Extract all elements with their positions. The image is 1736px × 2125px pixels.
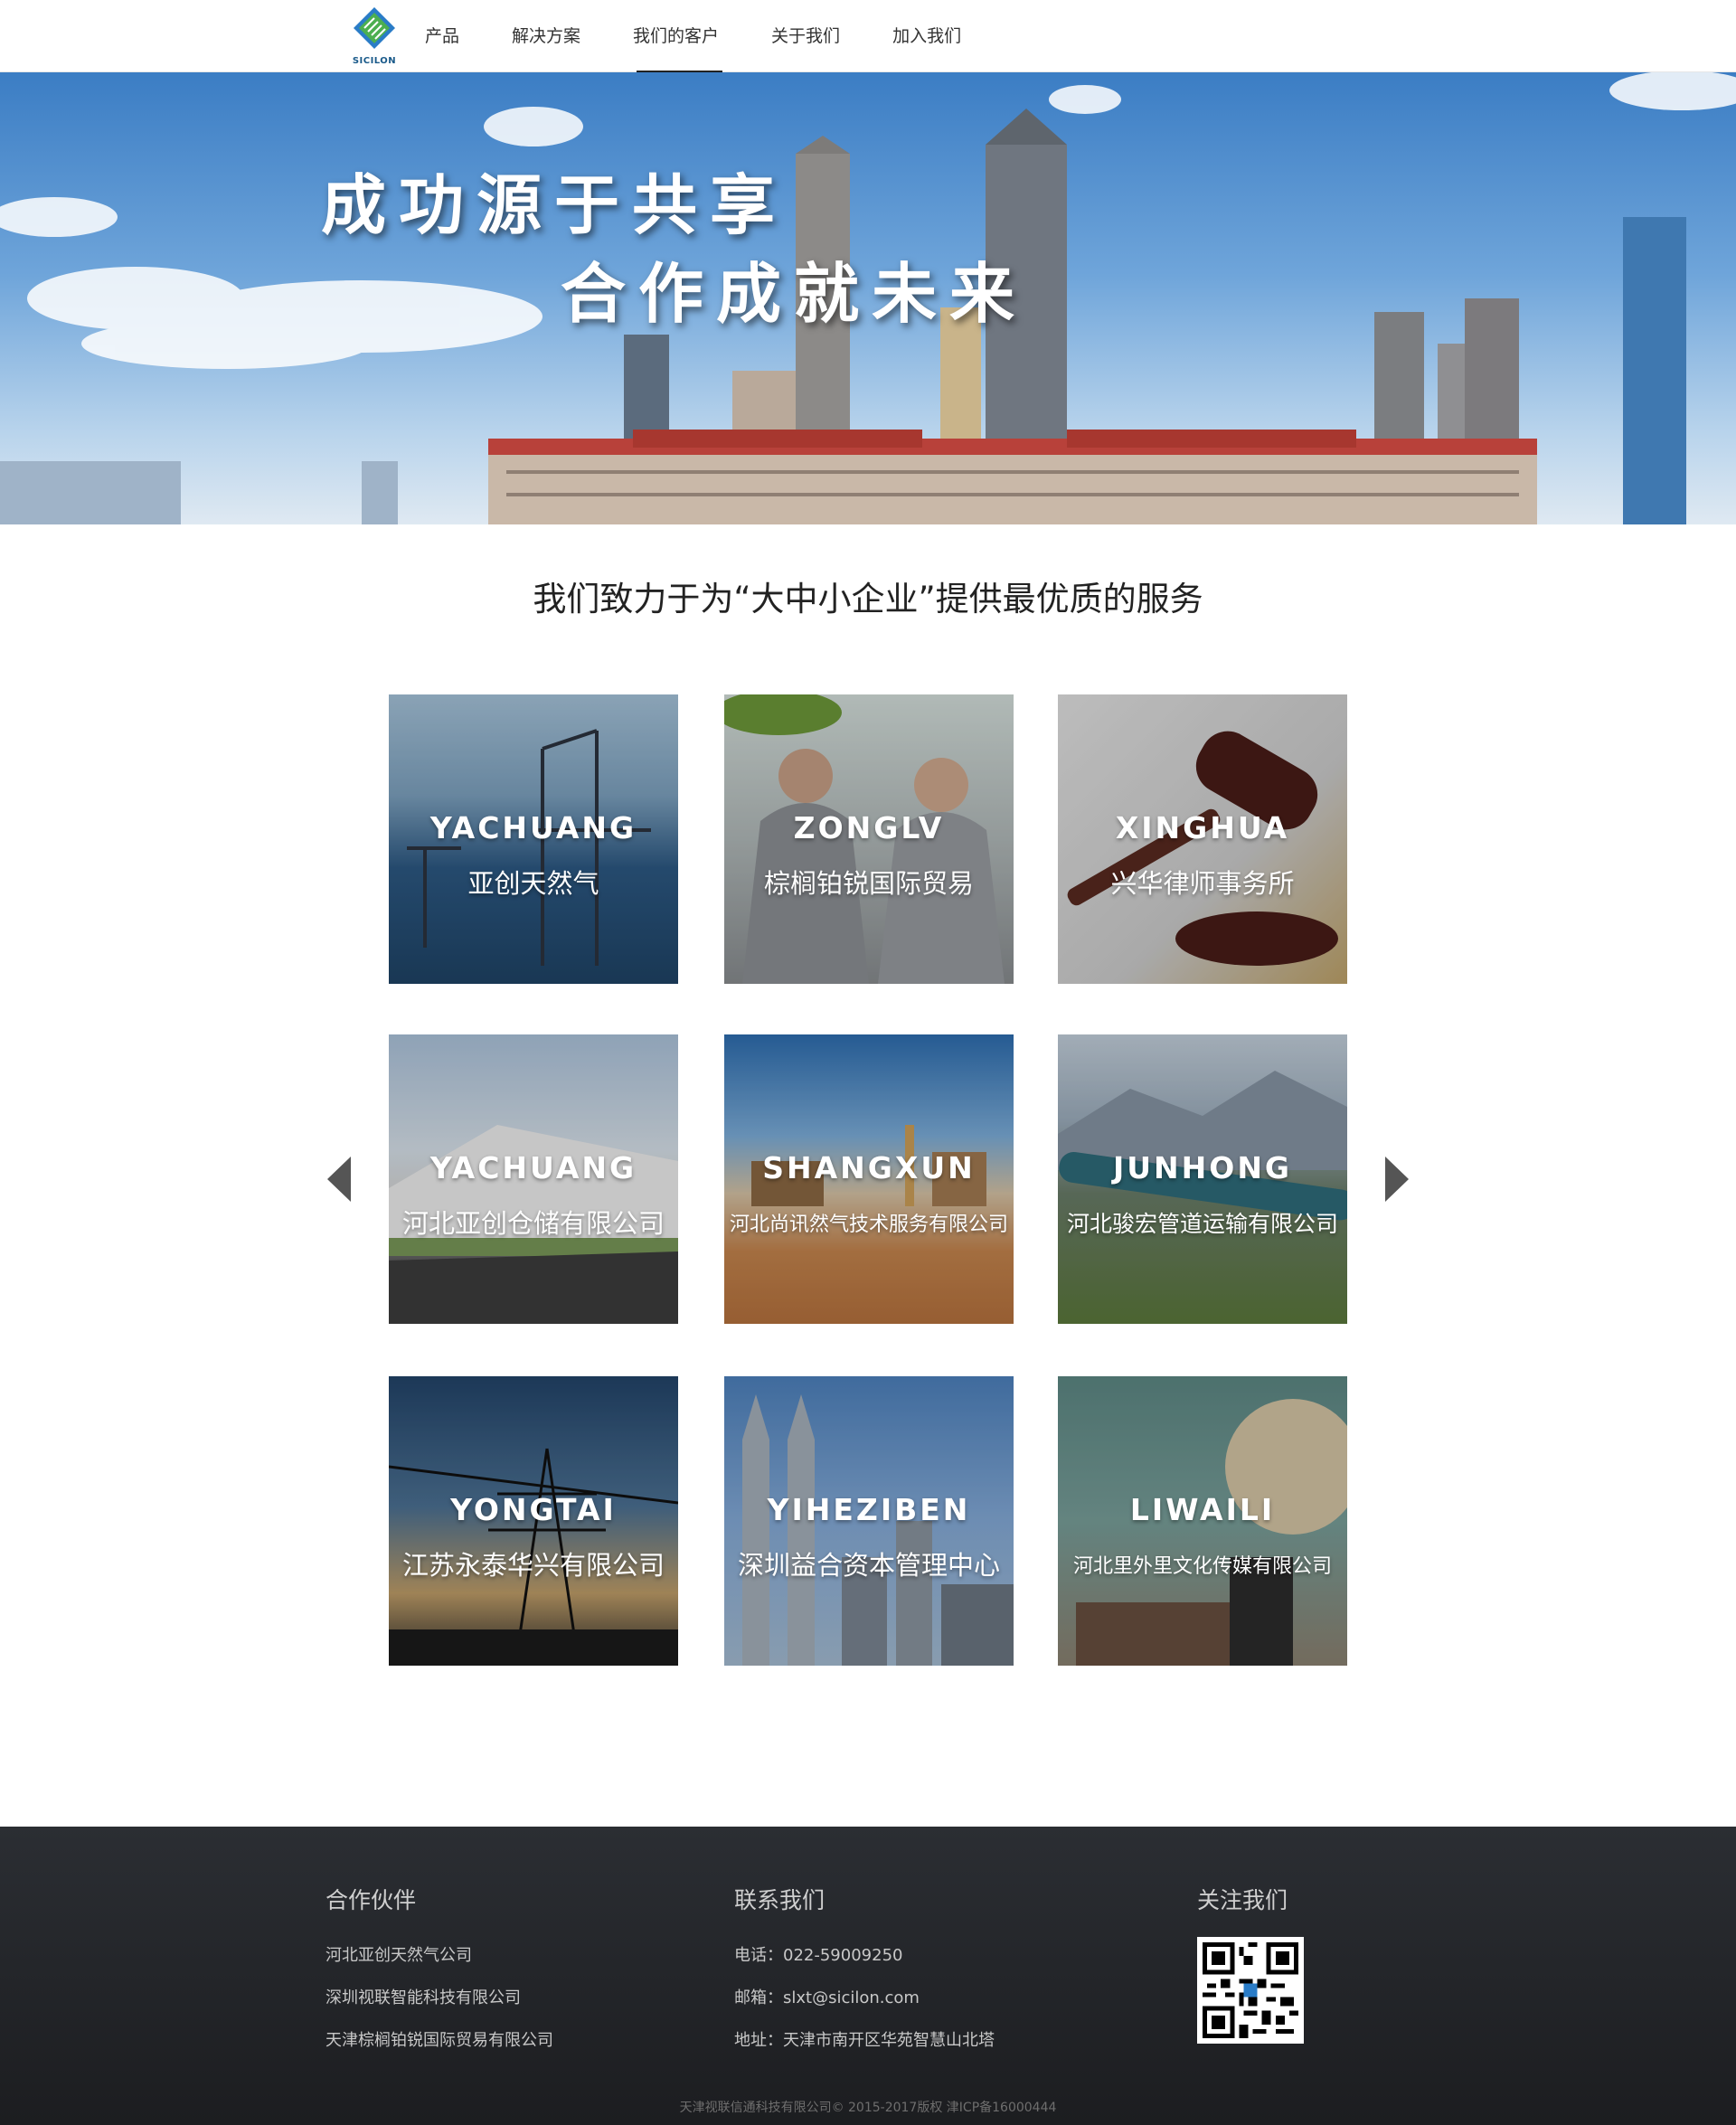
nav-item-products[interactable]: 产品 — [425, 0, 459, 72]
client-cn-name: 河北里外里文化传媒有限公司 — [1072, 1555, 1332, 1578]
client-en-name: ZONGLV — [793, 810, 945, 845]
contact-email[interactable]: 邮箱：slxt@sicilon.com — [734, 1985, 920, 2008]
client-card[interactable]: SHANGXUN 河北尚讯然气技术服务有限公司 — [724, 1034, 1014, 1324]
site-header: SICILON 产品 解决方案 我们的客户 关于我们 加入我们 — [0, 0, 1736, 72]
client-cn-name: 兴华律师事务所 — [1110, 868, 1295, 899]
client-en-name: YIHEZIBEN — [767, 1492, 971, 1527]
nav-item-about[interactable]: 关于我们 — [771, 0, 840, 72]
chevron-right-icon[interactable] — [1382, 1152, 1412, 1206]
banner-headline-1: 成功源于共享 — [321, 167, 788, 243]
client-en-name: YONGTAI — [450, 1492, 617, 1527]
client-en-name: SHANGXUN — [762, 1150, 976, 1185]
banner-headline-2: 合作成就未来 — [561, 256, 1028, 332]
client-en-name: YACHUANG — [429, 810, 637, 845]
client-card[interactable]: XINGHUA 兴华律师事务所 — [1058, 694, 1347, 984]
client-cn-name: 河北亚创仓储有限公司 — [401, 1208, 665, 1239]
client-card[interactable]: YIHEZIBEN 深圳益合资本管理中心 — [724, 1376, 1014, 1666]
nav-item-solutions[interactable]: 解决方案 — [512, 0, 580, 72]
client-cn-name: 河北尚讯然气技术服务有限公司 — [729, 1214, 1008, 1236]
logo-icon — [354, 7, 395, 49]
logo-text: SICILON — [352, 56, 397, 66]
partner-link[interactable]: 河北亚创天然气公司 — [326, 1942, 472, 1966]
client-en-name: XINGHUA — [1115, 810, 1290, 845]
partners-title: 合作伙伴 — [326, 1887, 417, 1913]
qr-code-icon[interactable] — [1197, 1937, 1304, 2044]
section-title: 我们致力于为“大中小企业”提供最优质的服务 — [533, 580, 1203, 619]
client-card[interactable]: LIWAILI 河北里外里文化传媒有限公司 — [1058, 1376, 1347, 1666]
chevron-left-icon[interactable] — [324, 1152, 354, 1206]
copyright-text: 天津视联信通科技有限公司© 2015-2017版权 津ICP备16000444 — [679, 2101, 1057, 2115]
client-card[interactable]: YONGTAI 江苏永泰华兴有限公司 — [389, 1376, 678, 1666]
nav-item-clients[interactable]: 我们的客户 — [633, 0, 723, 72]
partner-link[interactable]: 天津棕榈铂锐国际贸易有限公司 — [326, 2027, 553, 2051]
follow-title: 关注我们 — [1197, 1887, 1288, 1913]
client-en-name: YACHUANG — [429, 1150, 637, 1185]
client-card[interactable]: YACHUANG 亚创天然气 — [389, 694, 678, 984]
client-cn-name: 河北骏宏管道运输有限公司 — [1066, 1211, 1338, 1237]
client-card[interactable]: ZONGLV 棕榈铂锐国际贸易 — [724, 694, 1014, 984]
client-en-name: JUNHONG — [1112, 1150, 1293, 1185]
client-cn-name: 深圳益合资本管理中心 — [737, 1550, 1000, 1581]
contact-address: 地址：天津市南开区华苑智慧山北塔 — [734, 2031, 995, 2050]
site-footer: 合作伙伴 河北亚创天然气公司 深圳视联智能科技有限公司 天津棕榈铂锐国际贸易有限… — [0, 1827, 1736, 2125]
main-nav: 产品 解决方案 我们的客户 关于我们 加入我们 — [425, 0, 1014, 72]
client-cn-name: 江苏永泰华兴有限公司 — [401, 1550, 665, 1581]
partner-link[interactable]: 深圳视联智能科技有限公司 — [326, 1985, 521, 2008]
contact-title: 联系我们 — [734, 1887, 826, 1913]
hero-banner: 成功源于共享 合作成就未来 — [0, 72, 1736, 524]
client-cn-name: 亚创天然气 — [467, 868, 599, 899]
client-cn-name: 棕榈铂锐国际贸易 — [763, 868, 974, 899]
nav-item-join[interactable]: 加入我们 — [892, 0, 961, 72]
contact-phone: 电话：022-59009250 — [734, 1946, 903, 1965]
client-card[interactable]: YACHUANG 河北亚创仓储有限公司 — [389, 1034, 678, 1324]
client-en-name: LIWAILI — [1129, 1492, 1276, 1527]
company-logo[interactable]: SICILON — [347, 5, 401, 67]
client-card[interactable]: JUNHONG 河北骏宏管道运输有限公司 — [1058, 1034, 1347, 1324]
